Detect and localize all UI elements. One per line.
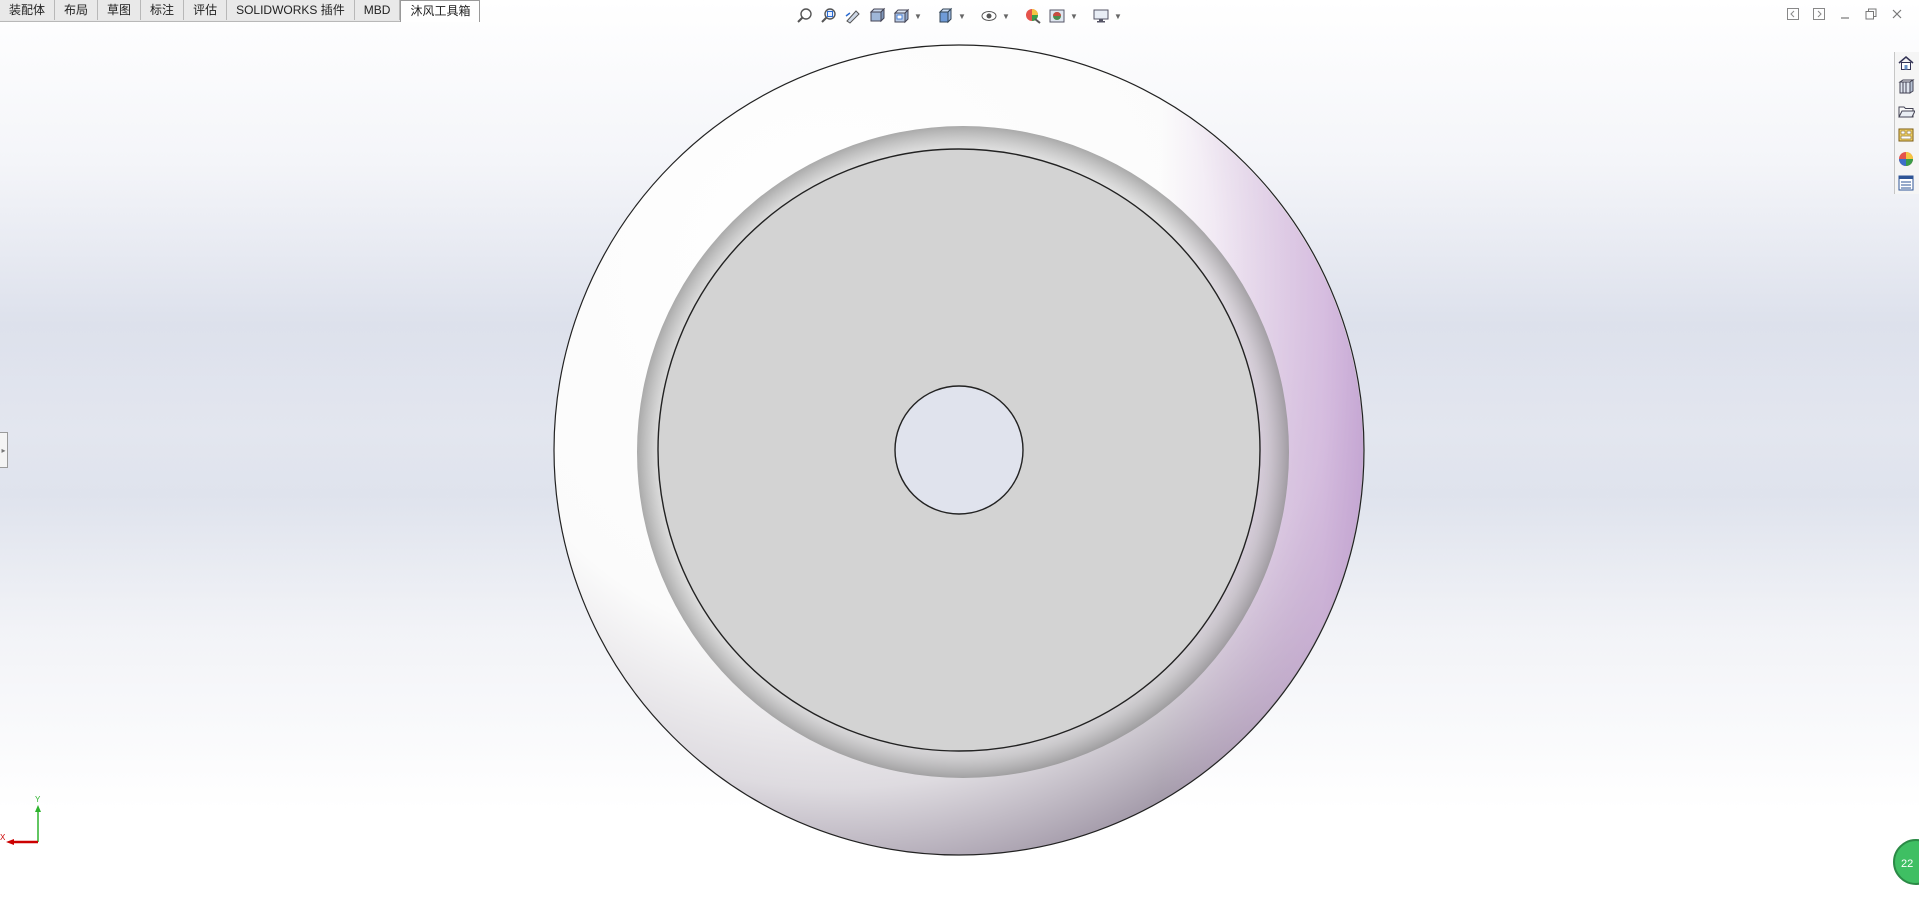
graphics-area[interactable] <box>0 0 1919 900</box>
triad-x-label: X <box>0 833 6 842</box>
badge-count: 22 <box>1901 858 1914 870</box>
triad-y-label: Y <box>35 795 41 804</box>
wheel-center-bore <box>894 385 1024 515</box>
reference-triad: Y X <box>0 795 41 845</box>
